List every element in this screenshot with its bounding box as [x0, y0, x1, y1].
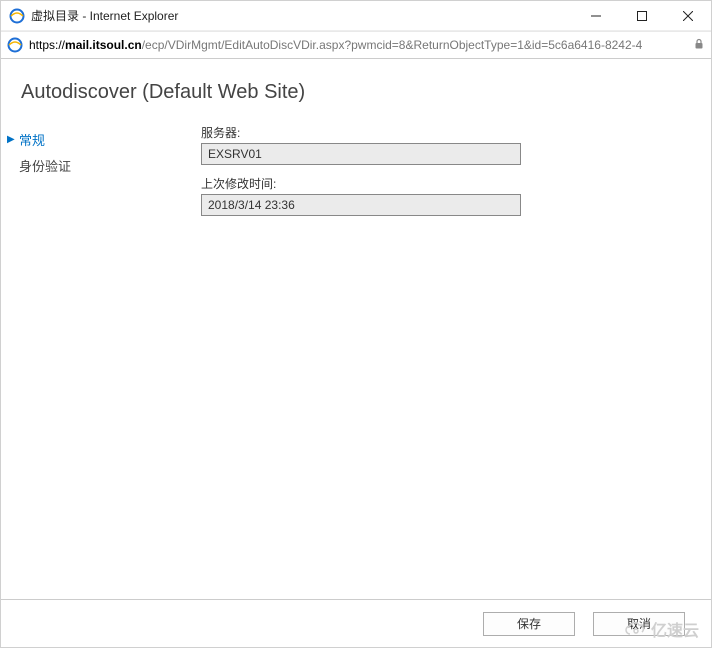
sidebar-item-auth[interactable]: ▶ 身份验证	[1, 152, 181, 178]
sidebar-item-general[interactable]: ▶ 常规	[1, 126, 181, 152]
ie-icon	[9, 8, 25, 24]
field-value-server: EXSRV01	[201, 143, 521, 165]
field-modified: 上次修改时间: 2018/3/14 23:36	[201, 175, 711, 216]
ie-icon	[7, 37, 23, 53]
field-value-modified: 2018/3/14 23:36	[201, 194, 521, 216]
url-domain: mail.itsoul.cn	[65, 38, 142, 52]
window-title: 虚拟目录 - Internet Explorer	[31, 7, 178, 24]
lock-icon	[693, 38, 705, 53]
window-controls	[573, 1, 711, 31]
two-column-layout: ▶ 常规 ▶ 身份验证 服务器: EXSRV01 上次修改时间: 2018/3/…	[1, 114, 711, 226]
sidebar-item-label: 身份验证	[19, 156, 71, 175]
sidebar: ▶ 常规 ▶ 身份验证	[1, 114, 181, 226]
url-text: https://mail.itsoul.cn/ecp/VDirMgmt/Edit…	[29, 38, 642, 52]
titlebar: 虚拟目录 - Internet Explorer	[1, 1, 711, 31]
save-button[interactable]: 保存	[483, 612, 575, 636]
watermark-text: 亿速云	[651, 617, 699, 641]
main-panel: 服务器: EXSRV01 上次修改时间: 2018/3/14 23:36	[181, 114, 711, 226]
maximize-button[interactable]	[619, 1, 665, 31]
watermark: 亿速云	[625, 617, 699, 641]
url-path: /ecp/VDirMgmt/EditAutoDiscVDir.aspx?pwmc…	[142, 38, 643, 52]
buttonbar: 保存 取消	[1, 599, 711, 647]
addressbar[interactable]: https://mail.itsoul.cn/ecp/VDirMgmt/Edit…	[1, 31, 711, 59]
sidebar-item-label: 常规	[19, 130, 45, 149]
url-protocol: https://	[29, 38, 65, 52]
chevron-right-icon: ▶	[7, 134, 17, 145]
page-title: Autodiscover (Default Web Site)	[1, 59, 711, 114]
close-button[interactable]	[665, 1, 711, 31]
field-label: 上次修改时间:	[201, 175, 711, 192]
field-server: 服务器: EXSRV01	[201, 124, 711, 165]
field-label: 服务器:	[201, 124, 711, 141]
content-area: Autodiscover (Default Web Site) ▶ 常规 ▶ 身…	[1, 59, 711, 599]
minimize-button[interactable]	[573, 1, 619, 31]
window-frame: 虚拟目录 - Internet Explorer https://mail.it…	[0, 0, 712, 648]
